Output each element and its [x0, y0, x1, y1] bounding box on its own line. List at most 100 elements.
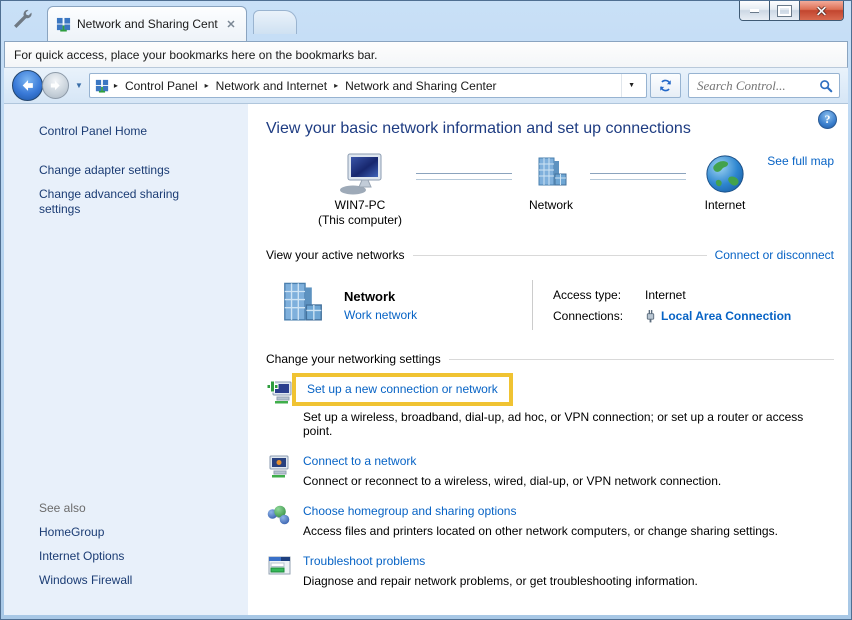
tab-close-icon[interactable] — [224, 17, 238, 31]
maximize-icon — [778, 6, 791, 16]
section-divider — [449, 359, 834, 360]
map-connector — [416, 173, 512, 180]
ethernet-plug-icon — [645, 309, 656, 323]
connect-to-network-link[interactable]: Connect to a network — [303, 454, 416, 468]
search-box — [688, 73, 840, 98]
breadcrumb-separator-icon: ▸ — [112, 81, 120, 90]
map-connector — [590, 173, 686, 180]
sidebar-item-internet-options[interactable]: Internet Options — [39, 549, 238, 564]
see-full-map-link[interactable]: See full map — [767, 154, 834, 168]
connections-label: Connections: — [553, 309, 645, 323]
sidebar-item-windows-firewall[interactable]: Windows Firewall — [39, 573, 238, 588]
minimize-button[interactable] — [740, 1, 770, 20]
building-icon[interactable] — [531, 150, 571, 198]
map-computer-sublabel: (This computer) — [318, 213, 402, 228]
active-networks-header-label: View your active networks — [266, 248, 413, 262]
see-also-header: See also — [39, 501, 238, 515]
bookmarks-bar: For quick access, place your bookmarks h… — [4, 41, 848, 68]
section-divider — [413, 255, 707, 256]
setup-new-connection-description: Set up a wireless, broadband, dial-up, a… — [303, 410, 834, 438]
setup-new-connection-link[interactable]: Set up a new connection or network — [307, 382, 498, 396]
window-frame: Network and Sharing Cent For quick acces… — [0, 0, 852, 620]
map-node-internet: Internet — [686, 150, 764, 213]
back-button[interactable] — [12, 70, 43, 101]
sidebar-item-change-advanced-sharing-settings[interactable]: Change advanced sharing settings — [39, 187, 189, 217]
sidebar-spacer — [39, 226, 238, 501]
connect-network-icon[interactable] — [266, 453, 293, 480]
settings-item-homegroup-options: Choose homegroup and sharing options Acc… — [266, 503, 834, 538]
address-dropdown-icon[interactable]: ▼ — [621, 74, 641, 97]
choose-homegroup-description: Access files and printers located on oth… — [303, 524, 778, 538]
computer-icon[interactable] — [336, 150, 384, 198]
troubleshoot-icon[interactable] — [266, 553, 293, 580]
breadcrumb-separator-icon: ▸ — [332, 81, 340, 90]
tab-title: Network and Sharing Cent — [77, 17, 218, 31]
refresh-icon — [658, 78, 673, 93]
map-node-network: Network — [512, 150, 590, 213]
networking-settings-section-header: Change your networking settings — [266, 352, 834, 366]
search-input[interactable] — [695, 77, 819, 95]
map-node-computer: WIN7-PC (This computer) — [304, 150, 416, 228]
homegroup-icon[interactable] — [266, 503, 293, 530]
back-arrow-icon — [20, 78, 35, 93]
network-building-icon — [274, 278, 328, 332]
refresh-button[interactable] — [650, 73, 681, 98]
breadcrumb-item-control-panel[interactable]: Control Panel — [121, 77, 202, 95]
settings-item-new-connection: Set up a new connection or network Set u… — [266, 378, 834, 438]
search-icon[interactable] — [819, 79, 833, 93]
new-connection-icon[interactable] — [266, 378, 293, 405]
close-button[interactable] — [800, 1, 843, 20]
content-area: Control Panel Home Change adapter settin… — [4, 104, 848, 615]
help-icon: ? — [825, 112, 831, 127]
connect-or-disconnect-link[interactable]: Connect or disconnect — [715, 248, 834, 262]
work-network-link[interactable]: Work network — [344, 308, 417, 322]
minimize-icon — [750, 9, 759, 12]
page-title: View your basic network information and … — [266, 120, 834, 138]
navigation-bar: ▼ ▸ Control Panel ▸ Network and Internet… — [4, 68, 848, 104]
panel-divider — [532, 280, 533, 330]
map-network-label: Network — [529, 198, 573, 213]
active-network-panel: Network Work network Access type: Intern… — [262, 262, 834, 346]
access-type-value: Internet — [645, 288, 791, 302]
active-network-summary: Network Work network — [274, 278, 532, 332]
active-networks-section-header: View your active networks Connect or dis… — [266, 248, 834, 262]
active-network-name: Network — [344, 289, 417, 304]
breadcrumb-item-network-and-sharing-center[interactable]: Network and Sharing Center — [341, 77, 500, 95]
forward-button[interactable] — [42, 72, 69, 99]
connect-to-network-description: Connect or reconnect to a wireless, wire… — [303, 474, 721, 488]
new-tab-button[interactable] — [253, 10, 297, 34]
browser-tab[interactable]: Network and Sharing Cent — [47, 6, 247, 41]
map-computer-label: WIN7-PC — [335, 198, 386, 213]
forward-arrow-icon — [49, 79, 62, 92]
close-icon — [816, 6, 827, 16]
breadcrumb-item-network-and-internet[interactable]: Network and Internet — [212, 77, 331, 95]
local-area-connection-link[interactable]: Local Area Connection — [661, 309, 791, 323]
troubleshoot-problems-link[interactable]: Troubleshoot problems — [303, 554, 425, 568]
active-network-details: Access type: Internet Connections: Local… — [553, 288, 791, 323]
active-network-text: Network Work network — [344, 289, 417, 322]
address-location-icon — [95, 79, 109, 93]
troubleshoot-description: Diagnose and repair network problems, or… — [303, 574, 698, 588]
window-controls — [739, 1, 844, 21]
wrench-icon[interactable] — [10, 8, 32, 30]
map-internet-label: Internet — [705, 198, 746, 213]
maximize-button[interactable] — [770, 1, 800, 20]
sidebar-item-change-adapter-settings[interactable]: Change adapter settings — [39, 163, 238, 178]
settings-item-troubleshoot: Troubleshoot problems Diagnose and repai… — [266, 553, 834, 588]
network-map: WIN7-PC (This computer) Networ — [304, 150, 834, 242]
access-type-label: Access type: — [553, 288, 645, 302]
sidebar: Control Panel Home Change adapter settin… — [4, 104, 248, 615]
help-button[interactable]: ? — [818, 110, 837, 129]
networking-settings-header-label: Change your networking settings — [266, 352, 449, 366]
sidebar-item-homegroup[interactable]: HomeGroup — [39, 525, 238, 540]
sidebar-item-control-panel-home[interactable]: Control Panel Home — [39, 124, 238, 139]
main-panel: ? View your basic network information an… — [248, 104, 848, 615]
address-bar[interactable]: ▸ Control Panel ▸ Network and Internet ▸… — [89, 73, 647, 98]
globe-icon[interactable] — [704, 150, 746, 198]
highlight-annotation: Set up a new connection or network — [292, 373, 513, 406]
choose-homegroup-link[interactable]: Choose homegroup and sharing options — [303, 504, 516, 518]
settings-item-connect-to-network: Connect to a network Connect or reconnec… — [266, 453, 834, 488]
bookmarks-hint-text: For quick access, place your bookmarks h… — [14, 48, 378, 62]
breadcrumb-separator-icon: ▸ — [203, 81, 211, 90]
recent-pages-dropdown[interactable]: ▼ — [72, 81, 86, 90]
